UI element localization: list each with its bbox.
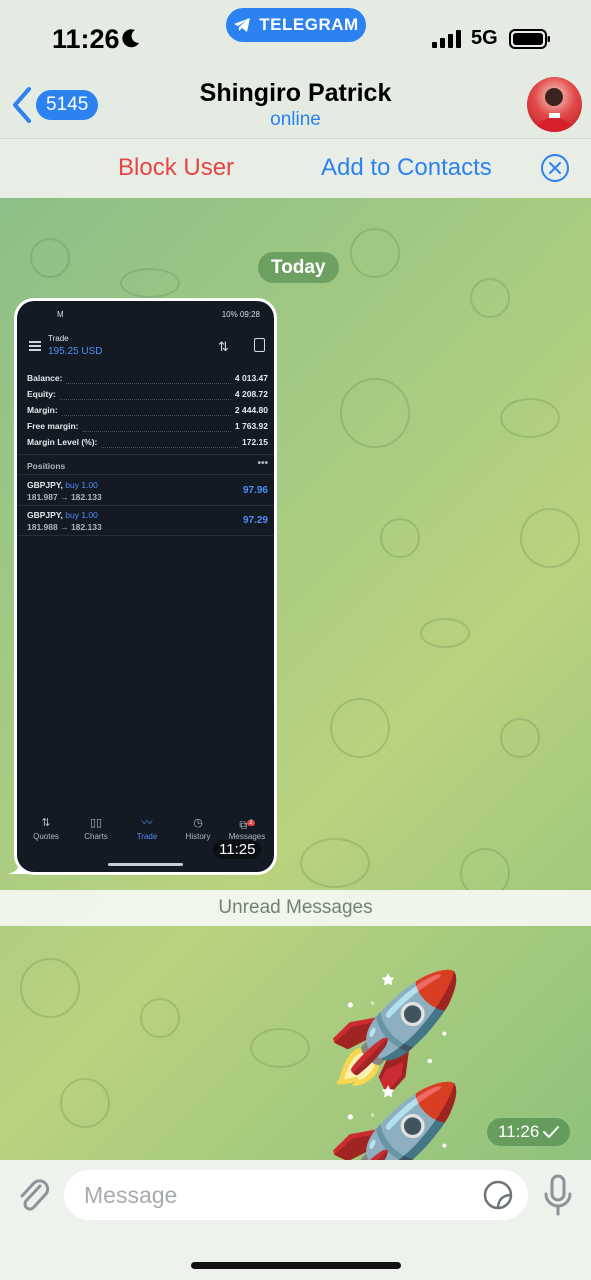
summary-key: Equity: — [27, 389, 56, 399]
block-user-button[interactable]: Block User — [118, 154, 234, 182]
checkmark-icon — [543, 1126, 560, 1138]
status-bar: 11:26 TELEGRAM 5G — [0, 0, 591, 74]
nav-trade: 〰 Trade — [122, 816, 172, 841]
close-icon[interactable] — [540, 153, 570, 183]
status-time: 11:26 — [52, 24, 120, 54]
more-icon: ••• — [257, 458, 268, 469]
photo-message[interactable]: M 10% 09:28 Trade 195.25 USD ⇅ Balance: 4… — [14, 298, 277, 875]
signal-icon — [432, 30, 461, 48]
position-row: GBPJPY, buy 1.00 181.988 → 182.133 97.29 — [27, 509, 268, 537]
screenshot-balance-header: 195.25 USD — [48, 346, 103, 357]
summary-value: 4 013.47 — [234, 373, 268, 383]
summary-row: Balance: 4 013.47 — [27, 373, 268, 389]
summary-key: Margin Level (%): — [27, 437, 98, 447]
screenshot-app-icon: M — [57, 310, 64, 319]
contact-status: online — [270, 109, 321, 130]
nav-history: ◷ History — [173, 816, 223, 841]
telegram-plane-icon — [234, 18, 251, 32]
add-to-contacts-button[interactable]: Add to Contacts — [321, 154, 492, 182]
divider — [17, 535, 274, 536]
contact-action-bar: Block User Add to Contacts — [0, 138, 591, 198]
nav-quotes: ⇅ Quotes — [21, 816, 71, 841]
summary-value: 172.15 — [242, 437, 268, 447]
account-summary: Balance: 4 013.47 Equity: 4 208.72 Margin:… — [27, 373, 268, 453]
telegram-return-pill[interactable]: TELEGRAM — [226, 8, 366, 42]
network-type: 5G — [471, 27, 498, 49]
position-prices: 181.987 → 182.133 — [27, 492, 102, 502]
nav-charts: ▯▯ Charts — [71, 816, 121, 841]
summary-row: Equity: 4 208.72 — [27, 389, 268, 405]
avatar[interactable] — [527, 77, 582, 132]
new-order-icon — [254, 338, 265, 352]
messages-icon: ⧉ 2 — [239, 819, 255, 832]
summary-row: Margin: 2 444.80 — [27, 405, 268, 421]
screenshot-home-indicator — [108, 863, 183, 866]
summary-value: 1 763.92 — [234, 421, 268, 431]
divider — [17, 454, 274, 455]
summary-row: Margin Level (%): 172.15 — [27, 437, 268, 453]
summary-row: Free margin: 1 763.92 — [27, 421, 268, 437]
position-prices: 181.988 → 182.133 — [27, 522, 102, 532]
position-row: GBPJPY, buy 1.00 181.987 → 182.133 97.96 — [27, 479, 268, 507]
summary-value: 2 444.80 — [234, 405, 268, 415]
position-profit: 97.29 — [242, 515, 268, 526]
trade-app-screenshot: M 10% 09:28 Trade 195.25 USD ⇅ Balance: 4… — [17, 301, 274, 872]
position-symbol: GBPJPY, buy 1.00 — [27, 480, 98, 490]
nav-messages: ⧉ 2 Messages — [222, 816, 272, 841]
message-time: 11:26 — [498, 1122, 540, 1141]
divider — [17, 474, 274, 475]
positions-label: Positions — [27, 461, 66, 471]
summary-key: Free margin: — [27, 421, 79, 431]
divider — [17, 505, 274, 506]
summary-value: 4 208.72 — [234, 389, 268, 399]
charts-icon: ▯▯ — [89, 817, 103, 829]
microphone-icon[interactable] — [543, 1174, 573, 1216]
position-profit: 97.96 — [242, 485, 268, 496]
summary-key: Margin: — [27, 405, 58, 415]
history-icon: ◷ — [193, 817, 203, 829]
screenshot-header: Trade 195.25 USD ⇅ — [17, 331, 274, 365]
position-symbol: GBPJPY, buy 1.00 — [27, 510, 98, 520]
telegram-pill-label: TELEGRAM — [259, 15, 359, 34]
date-chip: Today — [258, 252, 339, 283]
paperclip-icon[interactable] — [14, 1174, 50, 1214]
summary-key: Balance: — [27, 373, 63, 383]
top-bar: 11:26 TELEGRAM 5G 5145 Shingiro Patrick … — [0, 0, 591, 198]
message-input[interactable] — [64, 1170, 528, 1220]
home-indicator — [191, 1262, 401, 1269]
hamburger-icon — [29, 341, 41, 351]
avatar-person-icon — [535, 88, 574, 132]
unread-messages-divider: Unread Messages — [0, 890, 591, 926]
screenshot-status-bar: M 10% 09:28 — [17, 310, 274, 322]
quotes-icon: ⇅ — [41, 817, 51, 829]
contact-name[interactable]: Shingiro Patrick — [0, 79, 591, 108]
message-timestamp: 11:26 — [487, 1118, 571, 1146]
screenshot-status-right: 10% 09:28 — [221, 310, 260, 319]
sticker-icon[interactable] — [483, 1180, 513, 1210]
sort-arrows-icon: ⇅ — [218, 339, 229, 354]
screenshot-title: Trade — [48, 334, 69, 343]
photo-timestamp: 11:25 — [213, 840, 262, 859]
moon-icon — [122, 29, 139, 48]
positions-header: Positions ••• — [27, 458, 268, 471]
battery-icon — [509, 29, 550, 49]
trade-icon: 〰 — [141, 817, 153, 829]
